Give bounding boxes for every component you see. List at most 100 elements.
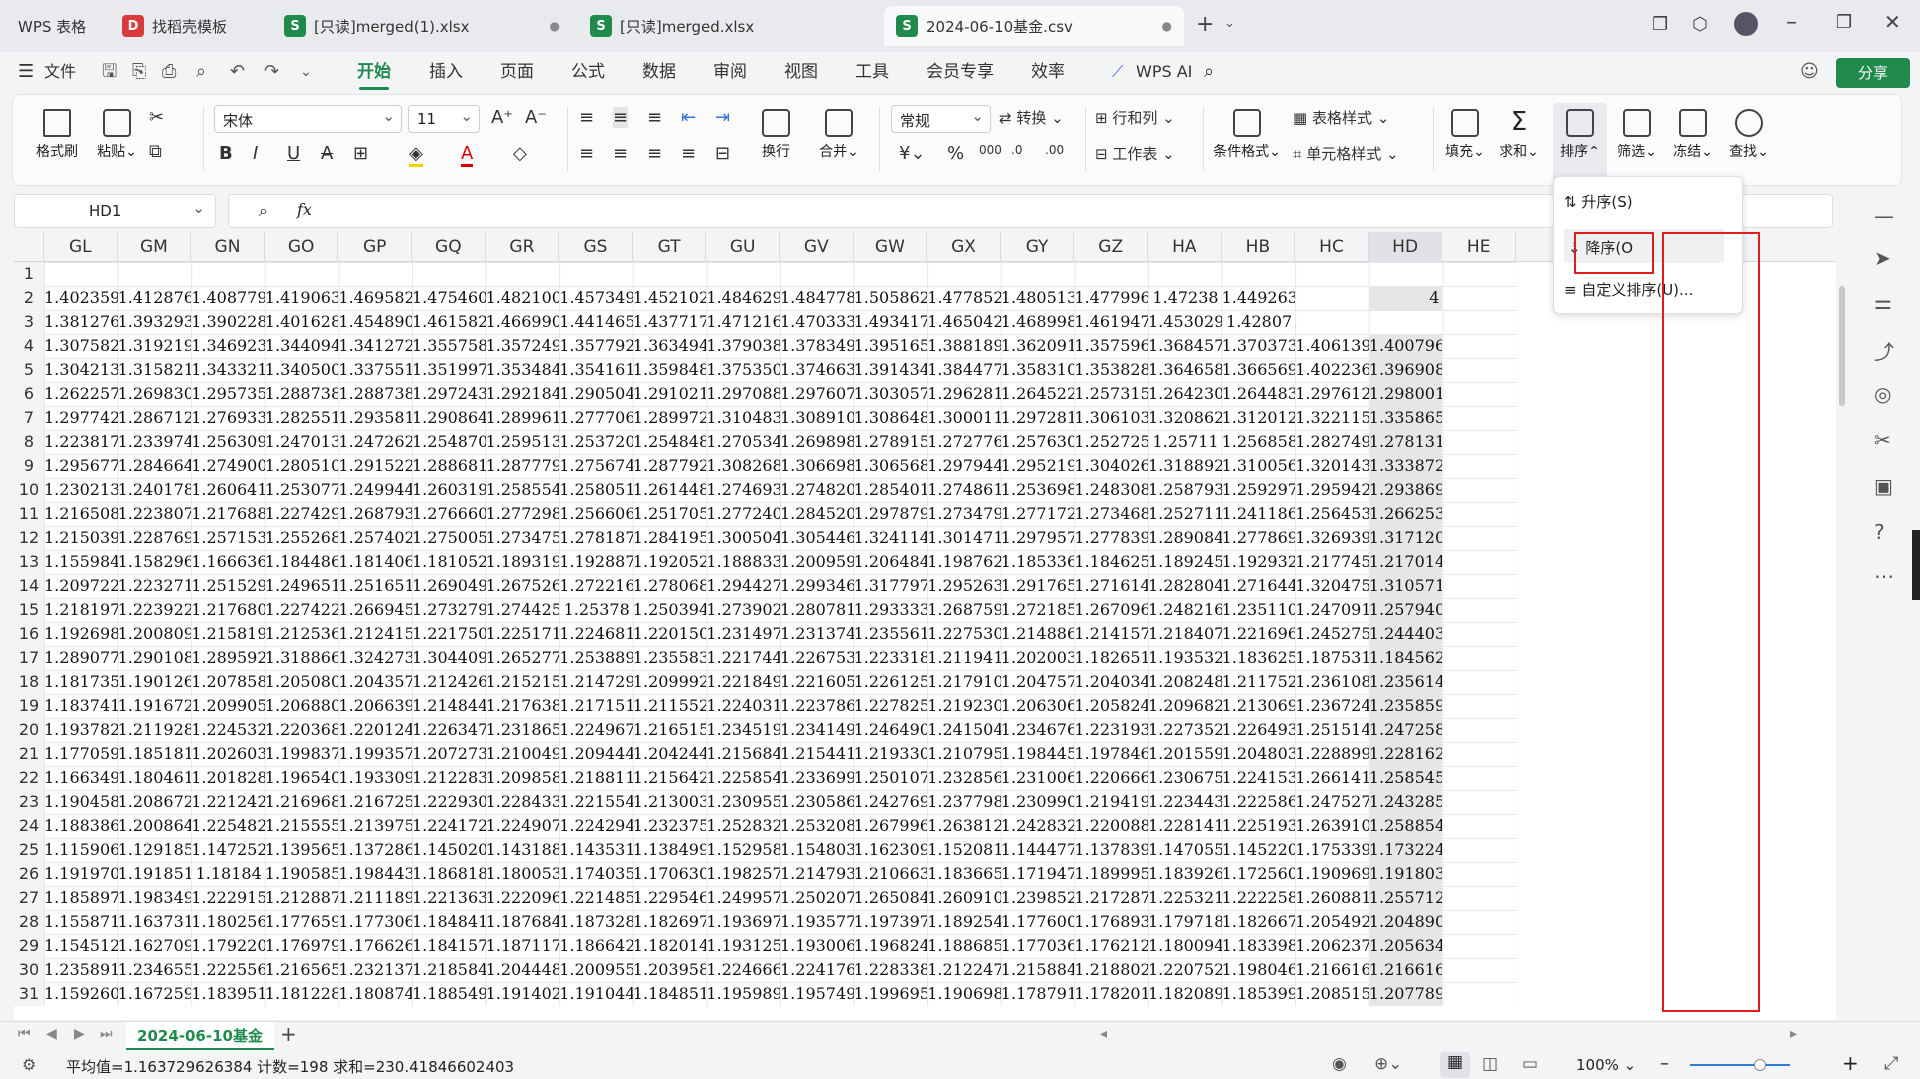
table-cell[interactable]: 1.3583104 <box>1001 358 1075 382</box>
paste-button[interactable]: 粘贴⌄ <box>93 109 141 161</box>
table-cell[interactable]: 1.2355613 <box>854 622 928 646</box>
table-cell[interactable]: 1.2976125 <box>1295 382 1369 406</box>
table-cell[interactable]: 1.2568585 <box>1222 430 1296 454</box>
table-cell[interactable]: 1.1719472 <box>1001 862 1075 886</box>
menu-insert[interactable]: 插入 <box>429 52 463 92</box>
table-cell[interactable]: 1.2532085 <box>780 814 854 838</box>
filter-button[interactable]: 筛选⌄ <box>1613 109 1661 161</box>
table-cell[interactable]: 1.2650848 <box>854 886 928 910</box>
table-cell[interactable]: 1.2957351 <box>191 382 265 406</box>
align-center-icon[interactable]: ≡ <box>613 143 628 164</box>
menu-page[interactable]: 页面 <box>500 52 534 92</box>
table-cell[interactable]: 1.2780685 <box>633 574 707 598</box>
table-cell[interactable]: 1.1378394 <box>1074 838 1148 862</box>
table-cell[interactable]: 1.2609101 <box>927 886 1001 910</box>
table-cell[interactable]: 1.2432859 <box>1368 790 1443 814</box>
table-cell[interactable]: 1.3000118 <box>927 406 1001 430</box>
table-cell[interactable]: 1.2516514 <box>338 574 412 598</box>
table-cell[interactable]: 1.2139755 <box>338 814 412 838</box>
table-cell[interactable]: 1.2130034 <box>633 790 707 814</box>
table-cell[interactable]: 1.4821002 <box>486 286 560 310</box>
table-cell[interactable]: 1.1892548 <box>927 910 1001 934</box>
table-cell[interactable]: 1.2645227 <box>1001 382 1075 406</box>
table-cell[interactable]: 1.1291853 <box>118 838 192 862</box>
table-cell[interactable]: 1.1820148 <box>633 934 707 958</box>
table-cell[interactable]: 1.2517057 <box>633 502 707 526</box>
table-cell[interactable]: 1.2147935 <box>780 862 854 886</box>
table-cell[interactable]: 1.2777067 <box>559 406 633 430</box>
table-cell[interactable]: 1.1808741 <box>338 982 412 1006</box>
table-cell[interactable]: 1.2015594 <box>1148 742 1222 766</box>
table-cell[interactable]: 1.2225868 <box>1222 790 1296 814</box>
table-cell[interactable]: 1.4007964 <box>1368 334 1443 358</box>
table-cell[interactable]: 1.1559848 <box>44 550 118 574</box>
thousands-icon[interactable]: 000 <box>979 143 1002 157</box>
scrollbar-thumb[interactable] <box>1839 286 1845 406</box>
table-cell[interactable]: 1.2536989 <box>1001 478 1075 502</box>
table-cell[interactable]: 1.2251717 <box>486 622 560 646</box>
table-cell[interactable]: 1.1858972 <box>44 886 118 910</box>
row-header[interactable]: 18 <box>14 670 44 694</box>
zoom-icon[interactable]: ⌕ <box>259 201 268 221</box>
table-cell[interactable]: 1.3932937 <box>118 310 192 334</box>
table-cell[interactable]: 1.2899613 <box>486 406 560 430</box>
table-cell[interactable]: 1.2043577 <box>338 670 412 694</box>
table-cell[interactable]: 1.2662534 <box>1368 502 1443 526</box>
table-cell[interactable]: 1.2148866 <box>1001 622 1075 646</box>
table-cell[interactable]: 1.1845628 <box>1368 646 1443 670</box>
chevron-down-icon[interactable]: ⌄ <box>300 52 312 92</box>
table-cell[interactable]: 1.293333 <box>854 598 928 622</box>
table-cell[interactable]: 1.1826516 <box>1074 646 1148 670</box>
table-cell[interactable]: 1.4377171 <box>633 310 707 334</box>
table-cell[interactable]: 1.225854 <box>706 766 780 790</box>
table-cell[interactable]: 1.2472589 <box>1368 718 1443 742</box>
table-cell[interactable]: 1.1851811 <box>118 742 192 766</box>
table-cell[interactable]: 1.2008644 <box>118 814 192 838</box>
row-header[interactable]: 1 <box>14 262 44 286</box>
table-cell[interactable]: 1.3790388 <box>706 334 780 358</box>
table-cell[interactable]: 1.2361084 <box>1295 670 1369 694</box>
menu-data[interactable]: 数据 <box>642 52 676 92</box>
table-cell[interactable]: 1.2828045 <box>1148 574 1222 598</box>
table-cell[interactable]: 1.2241534 <box>1222 766 1296 790</box>
cursor-icon[interactable]: ➤ <box>1874 246 1891 270</box>
table-cell[interactable]: 1.2302136 <box>44 478 118 502</box>
table-cell[interactable]: 1.1984434 <box>338 862 412 886</box>
table-cell[interactable]: 1.2165151 <box>633 718 707 742</box>
table-cell[interactable]: 1.2254821 <box>191 814 265 838</box>
row-header[interactable]: 4 <box>14 334 44 358</box>
table-cell[interactable]: 1.2309904 <box>1001 790 1075 814</box>
table-cell[interactable]: 1.2585549 <box>486 478 560 502</box>
eye-icon[interactable]: ◉ <box>1332 1054 1347 1074</box>
bold-icon[interactable]: B <box>219 143 233 164</box>
table-cell[interactable]: 1.2877929 <box>633 454 707 478</box>
hamburger-icon[interactable]: ☰ <box>18 52 34 92</box>
table-cell[interactable]: 1.2283386 <box>854 958 928 982</box>
table-cell[interactable]: 1.1866427 <box>559 934 633 958</box>
table-cell[interactable]: 1.3242736 <box>338 646 412 670</box>
table-cell[interactable]: 1.1888338 <box>706 550 780 574</box>
format-painter-button[interactable]: 格式刷 <box>33 109 81 161</box>
table-cell[interactable]: 1.1853366 <box>1001 550 1075 574</box>
table-cell[interactable]: 1.2020039 <box>1001 646 1075 670</box>
table-cell[interactable]: 1.263812 <box>927 814 1001 838</box>
table-cell[interactable]: 1.2938693 <box>1368 478 1443 502</box>
table-cell[interactable]: 1.2980018 <box>1368 382 1443 406</box>
table-cell[interactable]: 1.2281415 <box>1148 814 1222 838</box>
menu-formula[interactable]: 公式 <box>571 52 605 92</box>
prev-sheet-icon[interactable]: ◀ <box>46 1026 57 1042</box>
table-cell[interactable]: 1.3089107 <box>780 406 854 430</box>
table-cell[interactable]: 1.2772987 <box>486 502 560 526</box>
table-cell[interactable]: 1.2323753 <box>633 814 707 838</box>
table-cell[interactable]: 1.2482168 <box>1148 598 1222 622</box>
column-header-gu[interactable]: GU <box>706 232 780 262</box>
table-cell[interactable]: 1.2115526 <box>633 694 707 718</box>
fill-button[interactable]: 填充⌄ <box>1441 109 1489 161</box>
table-cell[interactable]: 1.2427694 <box>854 790 928 814</box>
column-header-he[interactable]: HE <box>1442 232 1516 262</box>
table-cell[interactable]: 1.3969081 <box>1368 358 1443 382</box>
table-cell[interactable]: 1.2744257 <box>486 598 560 622</box>
table-cell[interactable]: 1.1672598 <box>118 982 192 1006</box>
table-cell[interactable]: 1.2475275 <box>1295 790 1369 814</box>
table-cell[interactable]: 1.3054462 <box>780 526 854 550</box>
